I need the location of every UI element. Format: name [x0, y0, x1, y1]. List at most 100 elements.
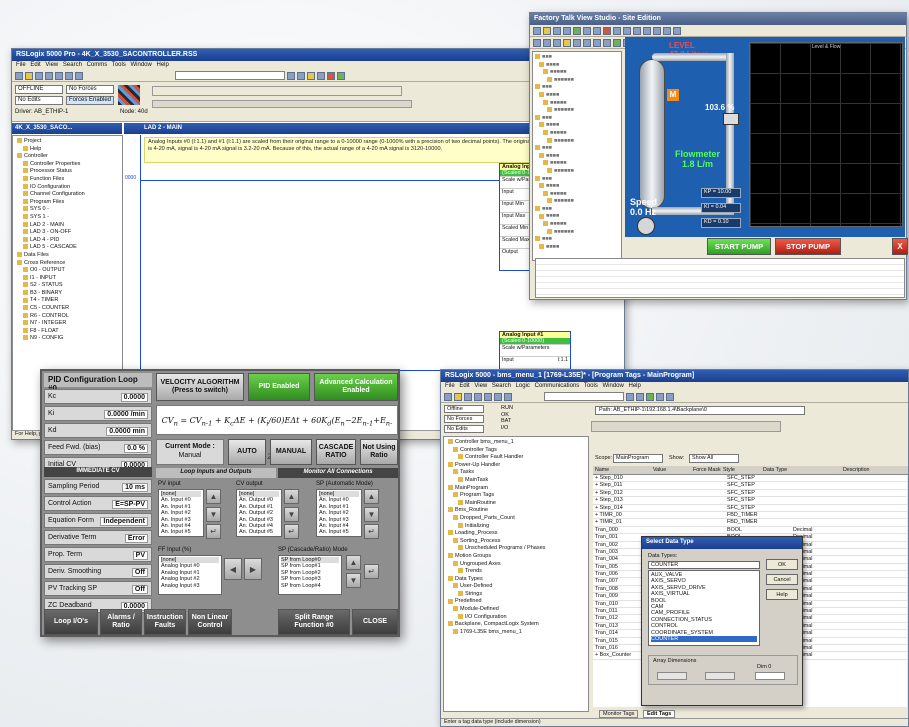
list-option[interactable]: An. Input #5 — [161, 529, 201, 535]
ff-down-arrow[interactable]: ▶ — [244, 558, 262, 580]
hmi-tree-item[interactable]: ■■■ — [535, 145, 619, 153]
sp-enter-arrow[interactable]: ↵ — [364, 524, 379, 539]
pump-icon[interactable] — [637, 217, 655, 235]
hmi-tree-item[interactable]: ■■■■■ — [535, 191, 619, 199]
tag-tree-item[interactable]: Sorting_Process — [446, 538, 586, 546]
tag-tree-item[interactable]: Bms_Routine — [446, 507, 586, 515]
grid-header-cell[interactable]: Value — [653, 467, 666, 473]
save-icon[interactable] — [35, 71, 43, 80]
pid-enabled-button[interactable]: PID Enabled — [248, 373, 310, 401]
hmi-explorer-tree[interactable]: ■■■ ■■■■ ■■■■■ ■■■■■■ ■■■ ■■■■ ■■■■■ ■■■■■■ ■■■ ■… — [532, 51, 622, 261]
tree-item[interactable]: Program Files — [15, 199, 120, 207]
tag-tree-item[interactable]: Unscheduled Programs / Phases — [446, 545, 586, 553]
tags-offline[interactable]: Offline — [444, 405, 484, 413]
hmi-tree-item[interactable]: ■■■■ — [535, 153, 619, 161]
list-option[interactable]: An. Input #5 — [319, 529, 359, 535]
dim-2-field[interactable] — [657, 672, 687, 680]
ok-button[interactable]: OK — [766, 559, 798, 570]
loop-io-button[interactable]: Loop I/O's — [44, 609, 98, 635]
pid-param-value[interactable]: 0.0000 min — [106, 427, 148, 436]
instruction-palette[interactable] — [152, 86, 402, 96]
hmi-tree-item[interactable]: ■■■■■ — [535, 160, 619, 168]
pv-up-arrow[interactable]: ▲ — [206, 489, 221, 504]
dim-1-field[interactable] — [705, 672, 735, 680]
tree-item[interactable]: F8 - FLOAT — [15, 328, 120, 336]
grid-header-cell[interactable]: Name — [595, 467, 609, 473]
tags-no-forces[interactable]: No Forces — [444, 415, 484, 423]
hmi-tree-item[interactable]: ■■■■ — [535, 183, 619, 191]
cv-enter-arrow[interactable]: ↵ — [284, 524, 299, 539]
new-icon[interactable] — [15, 71, 23, 80]
hmi-tree-item[interactable]: ■■■■ — [535, 62, 619, 70]
stop-pump-button[interactable]: STOP PUMP — [775, 238, 841, 255]
pid-param-value[interactable]: Independent — [100, 517, 148, 526]
tree-item[interactable]: C5 - COUNTER — [15, 305, 120, 313]
cut-icon[interactable] — [55, 71, 63, 80]
grid-header-cell[interactable]: Data Type — [763, 467, 787, 473]
tag-tree-item[interactable]: Controller Tags — [446, 447, 586, 455]
pid-param-value[interactable]: E=SP-PV — [112, 500, 148, 509]
sp-up-arrow[interactable]: ▲ — [364, 489, 379, 504]
tree-item[interactable]: Processor Status — [15, 168, 120, 176]
hmi-tree-item[interactable]: ■■■■■ — [535, 100, 619, 108]
manual-button[interactable]: MANUAL — [270, 439, 312, 465]
grid-header-cell[interactable]: Style — [723, 467, 735, 473]
tree-item[interactable]: Data Files — [15, 252, 120, 260]
pid-param-row[interactable]: Equation Form Independent — [44, 513, 152, 528]
hmi-tree-item[interactable]: ■■■■■■ — [535, 107, 619, 115]
hmi-tree-item[interactable]: ■■■ — [535, 54, 619, 62]
tree-item[interactable]: T4 - TIMER — [15, 297, 120, 305]
hmi-tree-item[interactable]: ■■■■■■ — [535, 138, 619, 146]
hmi-tree-item[interactable]: ■■■■■ — [535, 221, 619, 229]
tag-tree-item[interactable]: Predefined — [446, 598, 586, 606]
palette-tabs[interactable] — [152, 100, 412, 108]
tree-item[interactable]: O0 - OUTPUT — [15, 267, 120, 275]
open-icon[interactable] — [25, 71, 33, 80]
pid-param-row[interactable]: Kc 0.0000 — [44, 389, 152, 404]
pv-input-list[interactable]: [none] An. Input #0 An. Input #1 An. Input … — [158, 489, 204, 537]
tab-monitor-connections[interactable]: Monitor All Connections — [278, 468, 398, 478]
tag-tree-item[interactable]: MainTask — [446, 477, 586, 485]
tree-item[interactable]: B3 - BINARY — [15, 290, 120, 298]
tags-menu[interactable]: File Edit View Search Logic Communicatio… — [441, 382, 908, 391]
hmi-display[interactable]: LEVEL 47.3 Liters M 103.6 % Flowmeter 1.… — [625, 37, 905, 237]
ki-value[interactable]: KI = 0.04 — [701, 203, 741, 213]
velocity-algorithm-button[interactable]: VELOCITY ALGORITHM (Press to switch) — [156, 373, 244, 401]
pid-param-value[interactable]: 0.0000 — [120, 393, 148, 402]
grid-header-cell[interactable]: Description — [843, 467, 870, 473]
hmi-tree-item[interactable]: ■■■■■■ — [535, 229, 619, 237]
tree-item[interactable]: LAD 4 - PID — [15, 237, 120, 245]
grid-header-cell[interactable]: Force Mask — [693, 467, 721, 473]
cascade-ratio-button[interactable]: CASCADE RATIO — [316, 439, 356, 465]
table-row[interactable]: + TIMR_01 FBD_TIMER — [593, 519, 907, 527]
tag-tree-item[interactable]: Data Types — [446, 576, 586, 584]
pid-param-value[interactable]: 0.0 % — [124, 444, 148, 453]
kd-value[interactable]: KD = 0.10 — [701, 218, 741, 228]
list-option[interactable]: Analog Input #3 — [161, 583, 219, 589]
tags-project-tree[interactable]: Controller bms_menu_1 Controller Tags Cont… — [443, 436, 589, 712]
tag-tree-item[interactable]: Trends — [446, 568, 586, 576]
tag-tree-item[interactable]: 1769-L35E bms_menu_1 — [446, 629, 586, 637]
tree-item[interactable]: Cross Reference — [15, 260, 120, 268]
tree-item[interactable]: N9 - CONFIG — [15, 335, 120, 343]
print-icon[interactable] — [45, 71, 53, 80]
advanced-calculation-button[interactable]: Advanced Calculation Enabled — [314, 373, 398, 401]
pid-param-row[interactable]: PV Tracking SP Off — [44, 581, 152, 596]
tag-tree-item[interactable]: MainRoutine — [446, 500, 586, 508]
valve-icon[interactable] — [723, 113, 739, 125]
hmi-tree-item[interactable]: ■■■ — [535, 176, 619, 184]
table-row[interactable]: + Step_014 SFC_STEP — [593, 505, 907, 512]
sp-down-arrow[interactable]: ▼ — [364, 507, 379, 522]
tree-item[interactable]: LAD 5 - CASCADE — [15, 244, 120, 252]
tab-edit-tags[interactable]: Edit Tags — [643, 710, 676, 718]
pv-down-arrow[interactable]: ▼ — [206, 507, 221, 522]
hmi-tree-item[interactable]: ■■■ — [535, 84, 619, 92]
scope-select[interactable]: MainProgram — [613, 454, 663, 463]
pid-param-row[interactable]: Feed Fwd. (bias) 0.0 % — [44, 440, 152, 455]
table-row[interactable]: + Step_012 SFC_STEP — [593, 490, 907, 498]
spc-down-arrow[interactable]: ▼ — [346, 573, 361, 588]
hmi-tree-item[interactable]: ■■■■ — [535, 92, 619, 100]
find-icon[interactable] — [297, 71, 305, 80]
hmi-tree-item[interactable]: ■■■■ — [535, 244, 619, 252]
tree-item[interactable]: Help — [15, 146, 120, 154]
